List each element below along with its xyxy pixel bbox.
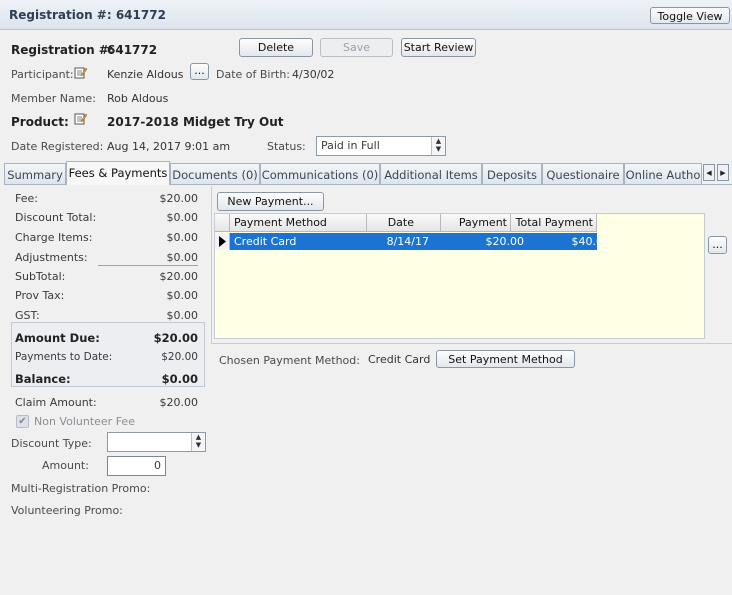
discount-total-label: Discount Total:	[15, 211, 97, 224]
registration-label: Registration #:	[11, 43, 114, 57]
prov-tax-label: Prov Tax:	[15, 289, 65, 302]
amount-due-row: Amount Due: $20.00	[15, 331, 198, 345]
participant-more-button[interactable]: ...	[190, 63, 209, 80]
col-date[interactable]: Date	[367, 214, 441, 232]
tab-scroll-right-icon[interactable]: ▶	[717, 164, 729, 181]
amount-input[interactable]: 0	[107, 456, 166, 476]
balance-label: Balance:	[15, 372, 71, 386]
payments-to-date-label: Payments to Date:	[15, 351, 113, 363]
amount-label: Amount:	[42, 459, 89, 472]
claim-amount-row: Claim Amount: $20.00	[15, 396, 198, 409]
col-payment-method[interactable]: Payment Method	[230, 214, 367, 232]
date-registered-label: Date Registered:	[11, 140, 104, 153]
product-value: 2017-2018 Midget Try Out	[107, 115, 284, 129]
charge-items-value: $0.00	[166, 231, 199, 244]
header-title: Registration #: 641772	[9, 8, 166, 22]
edit-product-icon[interactable]	[74, 112, 87, 125]
adjustments-value: $0.00	[166, 251, 199, 264]
volunteering-promo-label: Volunteering Promo:	[11, 504, 123, 517]
gst-row: GST: $0.00	[15, 309, 198, 322]
non-volunteer-fee-label: Non Volunteer Fee	[34, 415, 135, 428]
registration-number: 641772	[107, 43, 158, 57]
prov-tax-row: Prov Tax: $0.00	[15, 289, 198, 302]
row-date: 8/14/17	[386, 235, 429, 248]
payment-details-button[interactable]: ...	[708, 236, 727, 254]
tab-documents[interactable]: Documents (0)	[170, 163, 260, 184]
tab-scroll-left-icon[interactable]: ◀	[703, 164, 715, 181]
product-label: Product:	[11, 115, 69, 129]
claim-amount-value: $20.00	[159, 396, 199, 409]
tab-questionaire[interactable]: Questionaire	[542, 163, 624, 184]
participant-label: Participant:	[11, 68, 74, 81]
tab-strip: Summary Fees & Payments Documents (0) Co…	[4, 161, 732, 185]
dob-label: Date of Birth:	[216, 68, 291, 81]
window-header: Registration #: 641772 Toggle View	[0, 0, 732, 30]
date-registered-value: Aug 14, 2017 9:01 am	[107, 140, 231, 153]
discount-type-spinner[interactable]: ▲ ▼	[191, 433, 205, 451]
current-row-indicator-icon	[215, 233, 230, 250]
row-payment-method: Credit Card	[234, 235, 297, 248]
fee-label: Fee:	[15, 192, 38, 205]
charge-items-label: Charge Items:	[15, 231, 93, 244]
charge-items-row: Charge Items: $0.00	[15, 231, 198, 244]
discount-type-select[interactable]: ▲ ▼	[107, 432, 206, 452]
tab-fees-payments[interactable]: Fees & Payments	[66, 161, 170, 185]
subtotal-value: $20.00	[159, 270, 199, 283]
prov-tax-value: $0.00	[166, 289, 199, 302]
balance-row: Balance: $0.00	[15, 372, 198, 386]
participant-name: Kenzie Aldous	[107, 68, 184, 81]
edit-participant-icon[interactable]	[74, 66, 87, 79]
amount-due-value: $20.00	[153, 331, 198, 345]
delete-button[interactable]: Delete	[239, 38, 313, 57]
tab-communications[interactable]: Communications (0)	[260, 163, 380, 184]
grid-row-header-column	[215, 214, 230, 232]
subtotal-label: SubTotal:	[15, 270, 66, 283]
claim-amount-label: Claim Amount:	[15, 396, 97, 409]
member-name-label: Member Name:	[11, 92, 96, 105]
status-value: Paid in Full	[321, 139, 380, 152]
fee-row: Fee: $20.00	[15, 192, 198, 205]
discount-type-label: Discount Type:	[11, 437, 92, 450]
set-payment-method-button[interactable]: Set Payment Method	[436, 350, 575, 368]
member-name-value: Rob Aldous	[107, 92, 169, 105]
chosen-payment-method-value: Credit Card	[368, 353, 431, 366]
payments-to-date-row: Payments to Date: $20.00	[15, 351, 198, 363]
gst-label: GST:	[15, 309, 40, 322]
status-label: Status:	[267, 140, 306, 153]
start-review-button[interactable]: Start Review	[401, 38, 476, 57]
row-total-payment: $40.00	[571, 235, 611, 248]
col-payment[interactable]: Payment	[441, 214, 511, 232]
dob-value: 4/30/02	[292, 68, 335, 81]
subtotal-divider	[98, 265, 198, 266]
tab-online-authorization[interactable]: Online Autho	[624, 163, 702, 184]
subtotal-row: SubTotal: $20.00	[15, 270, 198, 283]
adjustments-label: Adjustments:	[15, 251, 88, 264]
toggle-view-button[interactable]: Toggle View	[650, 7, 730, 24]
row-payment: $20.00	[485, 235, 525, 248]
status-spinner[interactable]: ▲ ▼	[431, 137, 445, 155]
gst-value: $0.00	[166, 309, 199, 322]
amount-due-label: Amount Due:	[15, 331, 100, 345]
col-total-payment[interactable]: Total Payment	[511, 214, 597, 232]
discount-total-value: $0.00	[166, 211, 199, 224]
tab-additional-items[interactable]: Additional Items	[380, 163, 482, 184]
payments-to-date-value: $20.00	[161, 351, 198, 363]
tab-summary[interactable]: Summary	[4, 163, 66, 184]
discount-total-row: Discount Total: $0.00	[15, 211, 198, 224]
balance-value: $0.00	[161, 372, 198, 386]
fee-value: $20.00	[159, 192, 199, 205]
payments-grid: Payment Method Date Payment Total Paymen…	[214, 213, 705, 339]
new-payment-button[interactable]: New Payment...	[217, 192, 324, 211]
adjustments-row: Adjustments: $0.00	[15, 251, 198, 264]
save-button[interactable]: Save	[320, 38, 393, 57]
table-row[interactable]: Credit Card 8/14/17 $20.00 $40.00	[230, 233, 610, 250]
multi-registration-promo-label: Multi-Registration Promo:	[11, 482, 151, 495]
tab-deposits[interactable]: Deposits	[482, 163, 542, 184]
non-volunteer-fee-checkbox[interactable]: ✔	[16, 415, 29, 428]
chosen-payment-method-label: Chosen Payment Method:	[219, 354, 360, 367]
status-select[interactable]: Paid in Full ▲ ▼	[316, 136, 446, 156]
